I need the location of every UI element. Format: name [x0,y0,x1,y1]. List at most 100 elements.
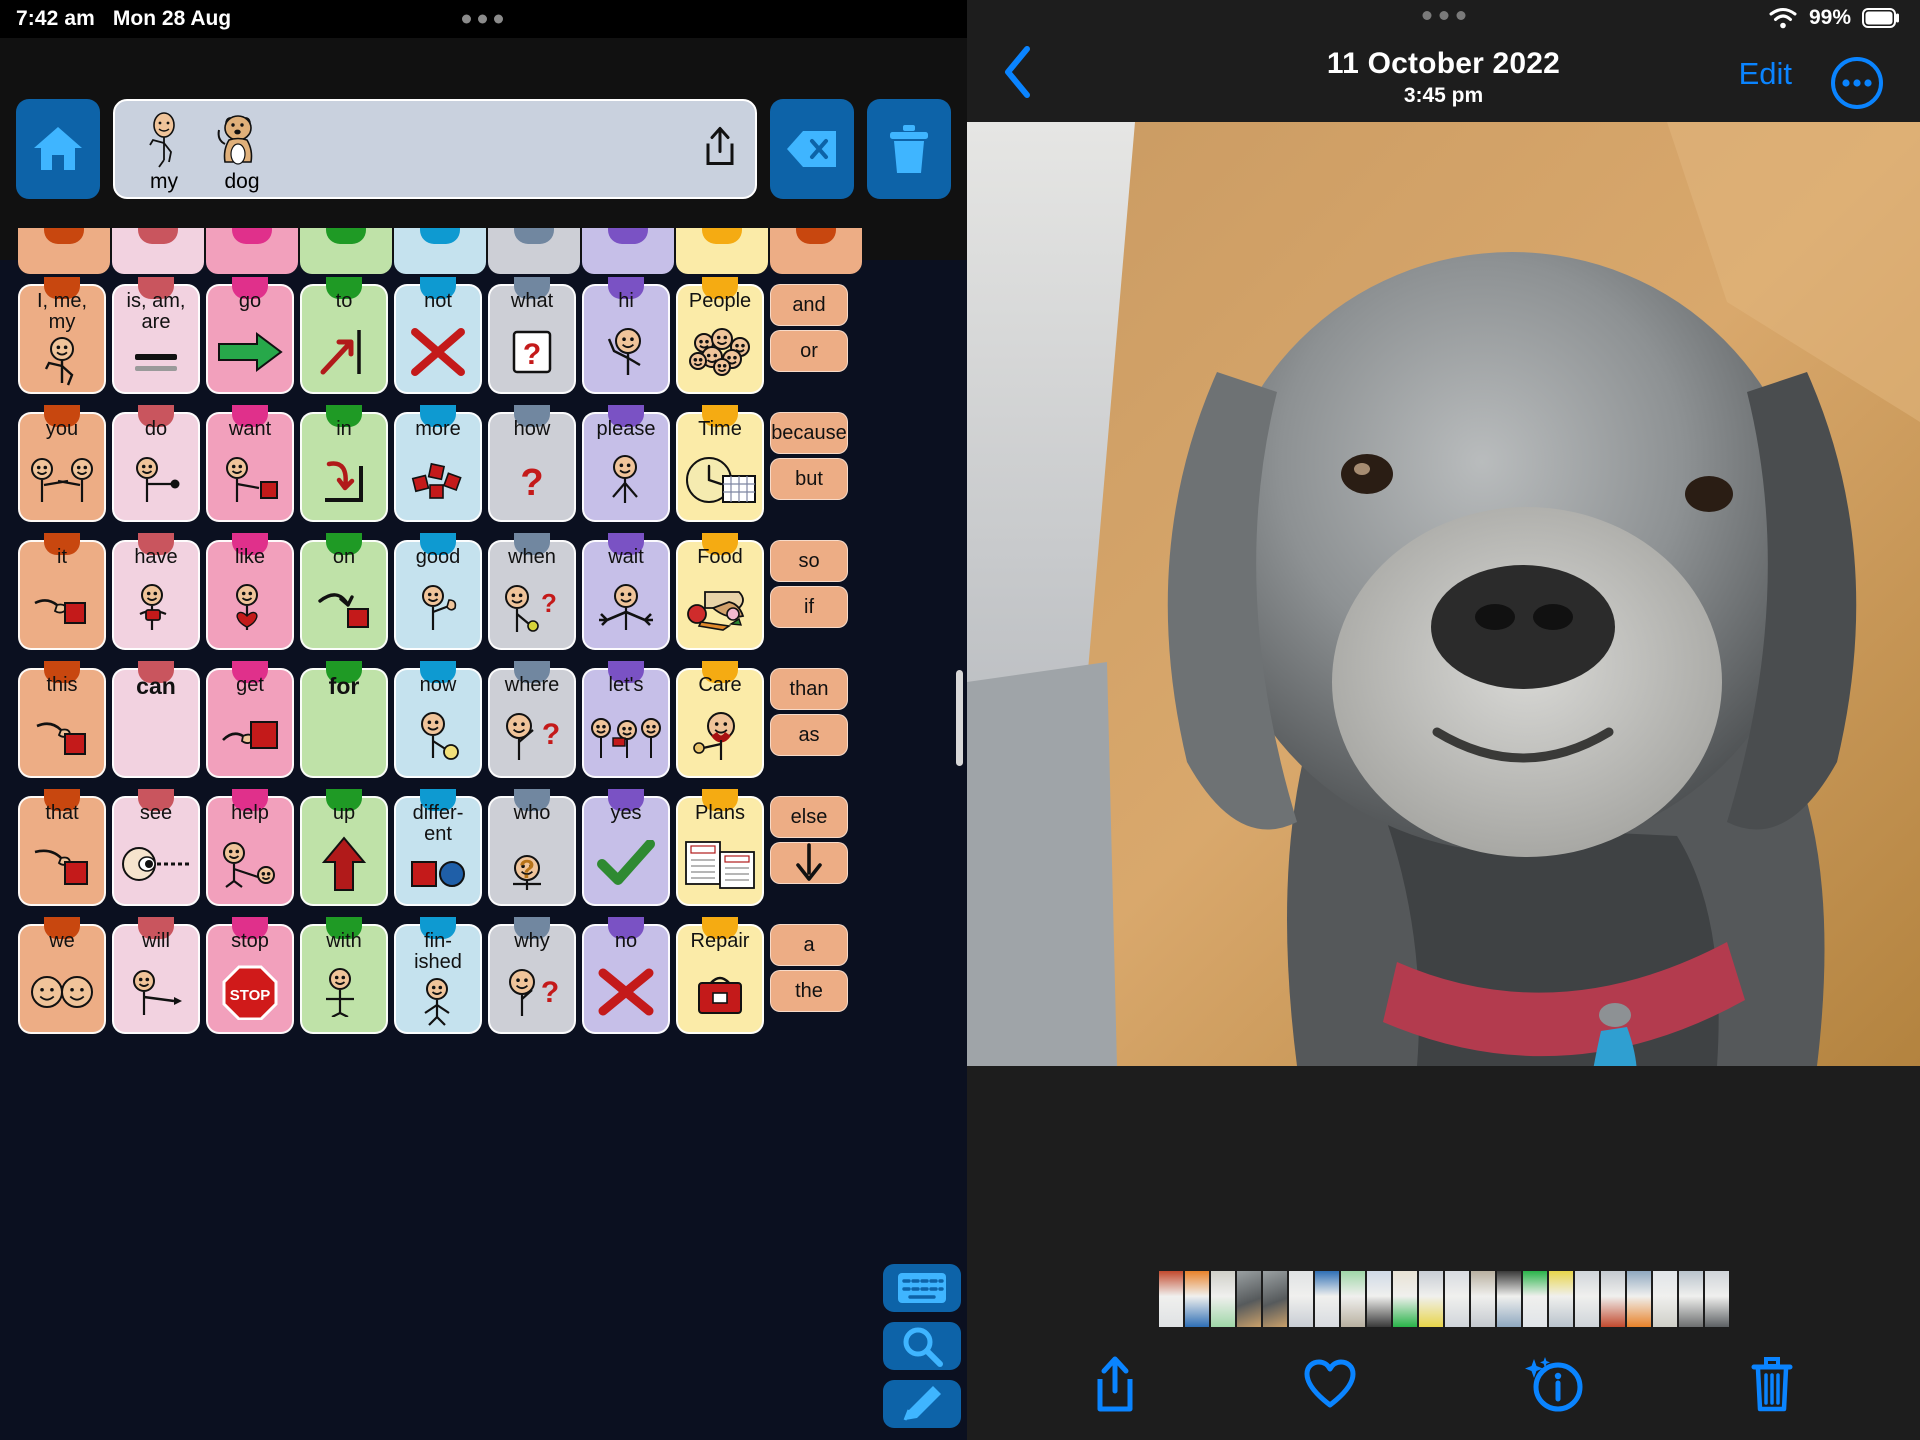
filmstrip-thumbnail[interactable] [1340,1271,1365,1327]
multitask-dots-icon[interactable] [462,14,503,24]
filmstrip-thumbnail[interactable] [1158,1271,1183,1327]
side-word-a[interactable]: a [770,924,848,966]
message-word[interactable]: dog [203,105,281,193]
filmstrip-thumbnail[interactable] [1288,1271,1313,1327]
symbol-cell-people[interactable]: People [676,277,764,394]
side-word-so[interactable]: so [770,540,848,582]
symbol-cell-this[interactable]: this [18,661,106,778]
search-button[interactable] [883,1322,961,1370]
symbol-cell-imemy[interactable]: I, me, my [18,277,106,394]
symbol-cell-get[interactable]: get [206,661,294,778]
symbol-cell-like[interactable]: like [206,533,294,650]
more-options-button[interactable] [1830,56,1884,115]
side-word-because[interactable]: because [770,412,848,454]
filmstrip-thumbnail[interactable] [1574,1271,1599,1327]
side-word-than[interactable]: than [770,668,848,710]
grid-peek-cell[interactable] [112,228,204,274]
symbol-cell-lets[interactable]: let's [582,661,670,778]
share-message-button[interactable] [703,126,737,173]
symbol-cell-it[interactable]: it [18,533,106,650]
symbol-cell-that[interactable]: that [18,789,106,906]
info-button[interactable] [1522,1355,1584,1413]
side-word-if[interactable]: if [770,586,848,628]
grid-peek-cell[interactable] [18,228,110,274]
filmstrip-thumbnail[interactable] [1704,1271,1729,1327]
symbol-cell-up[interactable]: up [300,789,388,906]
filmstrip-thumbnail[interactable] [1314,1271,1339,1327]
scroll-down-button[interactable] [770,842,848,884]
favourite-button[interactable] [1303,1358,1357,1410]
symbol-cell-more[interactable]: more [394,405,482,522]
grid-peek-cell[interactable] [394,228,486,274]
message-word[interactable]: my [125,105,203,193]
edit-button[interactable] [883,1380,961,1428]
message-bar[interactable]: my dog [113,99,757,199]
symbol-cell-where[interactable]: where? [488,661,576,778]
symbol-cell-in[interactable]: in [300,405,388,522]
grid-scrollbar[interactable] [956,670,963,766]
filmstrip-thumbnail[interactable] [1392,1271,1417,1327]
filmstrip-thumbnail[interactable] [1236,1271,1261,1327]
side-word-as[interactable]: as [770,714,848,756]
side-word-or[interactable]: or [770,330,848,372]
symbol-cell-good[interactable]: good [394,533,482,650]
filmstrip-thumbnail[interactable] [1548,1271,1573,1327]
symbol-cell-you[interactable]: you [18,405,106,522]
symbol-cell-plans[interactable]: Plans [676,789,764,906]
symbol-cell-different[interactable]: differ- ent [394,789,482,906]
symbol-cell-please[interactable]: please [582,405,670,522]
symbol-cell-no[interactable]: no [582,917,670,1034]
symbol-cell-hi[interactable]: hi [582,277,670,394]
symbol-cell-why[interactable]: why? [488,917,576,1034]
filmstrip-thumbnail[interactable] [1418,1271,1443,1327]
clear-message-button[interactable] [867,99,951,199]
backspace-button[interactable] [770,99,854,199]
keyboard-button[interactable] [883,1264,961,1312]
symbol-cell-for[interactable]: for [300,661,388,778]
symbol-cell-stop[interactable]: stop STOP [206,917,294,1034]
grid-peek-cell[interactable] [206,228,298,274]
symbol-cell-now[interactable]: now [394,661,482,778]
side-word-else[interactable]: else [770,796,848,838]
symbol-cell-do[interactable]: do [112,405,200,522]
symbol-cell-food[interactable]: Food [676,533,764,650]
filmstrip-thumbnail[interactable] [1262,1271,1287,1327]
symbol-cell-finished[interactable]: fin- ished [394,917,482,1034]
symbol-cell-see[interactable]: see [112,789,200,906]
filmstrip-thumbnail[interactable] [1496,1271,1521,1327]
filmstrip-thumbnail[interactable] [1678,1271,1703,1327]
grid-peek-cell[interactable] [582,228,674,274]
side-word-the[interactable]: the [770,970,848,1012]
filmstrip-thumbnail[interactable] [1366,1271,1391,1327]
symbol-cell-yes[interactable]: yes [582,789,670,906]
symbol-cell-go[interactable]: go [206,277,294,394]
delete-button[interactable] [1749,1355,1795,1413]
share-button[interactable] [1092,1355,1138,1413]
symbol-cell-we[interactable]: we [18,917,106,1034]
filmstrip-thumbnail[interactable] [1184,1271,1209,1327]
side-word-and[interactable]: and [770,284,848,326]
home-button[interactable] [16,99,100,199]
filmstrip-thumbnail[interactable] [1470,1271,1495,1327]
symbol-cell-what[interactable]: what? [488,277,576,394]
symbol-cell-help[interactable]: help [206,789,294,906]
symbol-cell-can[interactable]: can [112,661,200,778]
symbol-cell-have[interactable]: have [112,533,200,650]
symbol-cell-who[interactable]: who? [488,789,576,906]
symbol-cell-not[interactable]: not [394,277,482,394]
filmstrip-thumbnail[interactable] [1600,1271,1625,1327]
multitask-dots-icon[interactable] [1422,11,1465,20]
symbol-cell-repair[interactable]: Repair [676,917,764,1034]
symbol-cell-care[interactable]: Care [676,661,764,778]
symbol-cell-with[interactable]: with [300,917,388,1034]
symbol-cell-to[interactable]: to [300,277,388,394]
grid-peek-cell[interactable] [770,228,862,274]
symbol-cell-wait[interactable]: wait [582,533,670,650]
grid-peek-cell[interactable] [676,228,768,274]
filmstrip-thumbnail[interactable] [1444,1271,1469,1327]
symbol-cell-will[interactable]: will [112,917,200,1034]
edit-button[interactable]: Edit [1739,56,1792,92]
grid-peek-cell[interactable] [488,228,580,274]
filmstrip-thumbnail[interactable] [1210,1271,1235,1327]
filmstrip-thumbnail[interactable] [1522,1271,1547,1327]
